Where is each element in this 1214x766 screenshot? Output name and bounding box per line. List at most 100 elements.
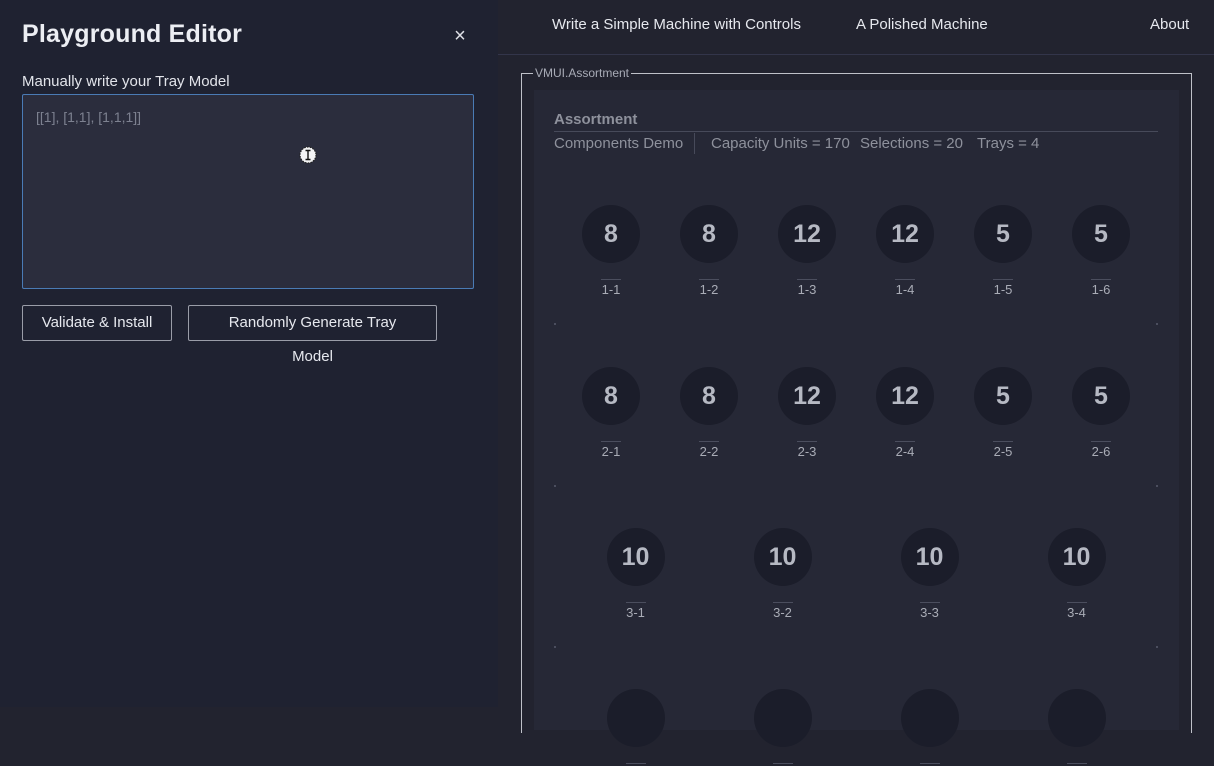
slot-capacity: 5 — [974, 367, 1032, 425]
slot-capacity: 12 — [876, 205, 934, 263]
slot-capacity: 8 — [582, 205, 640, 263]
slot-label: 1-6 — [1091, 282, 1111, 297]
slot-capacity: 10 — [900, 528, 959, 586]
tray-corner-marker — [1156, 646, 1158, 648]
slot-divider — [772, 602, 793, 603]
trays-stat: Trays = 4 — [977, 135, 1040, 152]
slot-divider — [797, 279, 817, 280]
selection-slot[interactable]: 8 2-2 — [669, 367, 749, 459]
nav-polished-machine[interactable]: A Polished Machine — [856, 16, 988, 33]
slot-label: 1-5 — [993, 282, 1013, 297]
top-nav: Write a Simple Machine with Controls A P… — [498, 0, 1214, 55]
slot-capacity: 5 — [1072, 367, 1130, 425]
selection-slot[interactable]: 10 3-3 — [890, 528, 970, 620]
tray-corner-marker — [1156, 323, 1158, 325]
slot-capacity — [1047, 689, 1106, 747]
slot-capacity — [606, 689, 665, 747]
fieldset-legend: VMUI.Assortment — [533, 66, 632, 80]
selection-slot[interactable] — [596, 689, 676, 766]
slot-divider — [601, 279, 621, 280]
slot-divider — [919, 763, 940, 764]
text-cursor-icon — [299, 146, 317, 164]
tray-model-label: Manually write your Tray Model — [22, 73, 230, 90]
tray-model-input[interactable] — [22, 94, 474, 289]
selection-slot[interactable]: 5 1-6 — [1061, 205, 1141, 297]
slot-label: 2-2 — [699, 444, 719, 459]
selection-slot[interactable]: 8 1-1 — [571, 205, 651, 297]
slot-divider — [1066, 602, 1087, 603]
assortment-title: Assortment — [554, 111, 638, 128]
slot-divider — [919, 602, 940, 603]
slot-label: 3-1 — [626, 605, 645, 620]
slot-divider — [625, 602, 646, 603]
selection-slot[interactable]: 5 2-5 — [963, 367, 1043, 459]
slot-divider — [1091, 279, 1111, 280]
slot-capacity: 10 — [606, 528, 665, 586]
random-generate-button[interactable]: Randomly Generate Tray Model — [188, 305, 437, 365]
slot-divider — [895, 441, 915, 442]
tray-corner-marker — [554, 323, 556, 325]
slot-divider — [797, 441, 817, 442]
title-rule — [554, 131, 1158, 132]
slot-label: 2-4 — [895, 444, 915, 459]
slot-capacity: 5 — [974, 205, 1032, 263]
nav-about[interactable]: About — [1150, 16, 1189, 33]
slot-divider — [993, 441, 1013, 442]
selection-slot[interactable] — [743, 689, 823, 766]
selection-slot[interactable]: 8 1-2 — [669, 205, 749, 297]
slot-capacity: 10 — [753, 528, 812, 586]
selection-slot[interactable]: 10 3-1 — [596, 528, 676, 620]
capacity-stat: Capacity Units = 170 — [711, 135, 850, 152]
header-divider — [694, 133, 695, 154]
slot-capacity: 8 — [680, 205, 738, 263]
slot-label: 2-1 — [601, 444, 621, 459]
slot-capacity: 8 — [582, 367, 640, 425]
slot-divider — [1091, 441, 1111, 442]
tray-corner-marker — [554, 646, 556, 648]
validate-install-button[interactable]: Validate & Install — [22, 305, 172, 341]
selections-stat: Selections = 20 — [860, 135, 963, 152]
slot-capacity: 10 — [1047, 528, 1106, 586]
slot-label: 1-1 — [601, 282, 621, 297]
selection-slot[interactable]: 10 3-4 — [1037, 528, 1117, 620]
slot-label: 1-4 — [895, 282, 915, 297]
selection-slot[interactable]: 12 1-4 — [865, 205, 945, 297]
selection-slot[interactable] — [890, 689, 970, 766]
slot-label: 2-5 — [993, 444, 1013, 459]
assortment-subtitle: Components Demo — [554, 135, 684, 152]
slot-divider — [772, 763, 793, 764]
slot-label: 2-6 — [1091, 444, 1111, 459]
close-icon[interactable]: × — [449, 25, 471, 47]
slot-capacity — [900, 689, 959, 747]
selection-slot[interactable]: 5 2-6 — [1061, 367, 1141, 459]
selection-slot[interactable]: 8 2-1 — [571, 367, 651, 459]
selection-slot[interactable] — [1037, 689, 1117, 766]
slot-divider — [1066, 763, 1087, 764]
slot-label: 3-3 — [920, 605, 939, 620]
slot-label: 1-2 — [699, 282, 719, 297]
selection-slot[interactable]: 12 2-4 — [865, 367, 945, 459]
tray-corner-marker — [1156, 485, 1158, 487]
slot-divider — [699, 441, 719, 442]
selection-slot[interactable]: 12 2-3 — [767, 367, 847, 459]
nav-simple-machine[interactable]: Write a Simple Machine with Controls — [552, 16, 801, 33]
slot-divider — [625, 763, 646, 764]
slot-label: 3-2 — [773, 605, 792, 620]
editor-panel: Playground Editor × Manually write your … — [0, 0, 498, 707]
selection-slot[interactable]: 5 1-5 — [963, 205, 1043, 297]
slot-divider — [699, 279, 719, 280]
selection-slot[interactable]: 10 3-2 — [743, 528, 823, 620]
slot-label: 3-4 — [1067, 605, 1086, 620]
slot-divider — [601, 441, 621, 442]
slot-capacity: 5 — [1072, 205, 1130, 263]
selection-slot[interactable]: 12 1-3 — [767, 205, 847, 297]
slot-capacity: 8 — [680, 367, 738, 425]
slot-capacity: 12 — [876, 367, 934, 425]
tray-corner-marker — [554, 485, 556, 487]
slot-divider — [993, 279, 1013, 280]
slot-divider — [895, 279, 915, 280]
slot-capacity — [753, 689, 812, 747]
editor-title: Playground Editor — [22, 20, 243, 48]
slot-capacity: 12 — [778, 367, 836, 425]
slot-label: 1-3 — [797, 282, 817, 297]
